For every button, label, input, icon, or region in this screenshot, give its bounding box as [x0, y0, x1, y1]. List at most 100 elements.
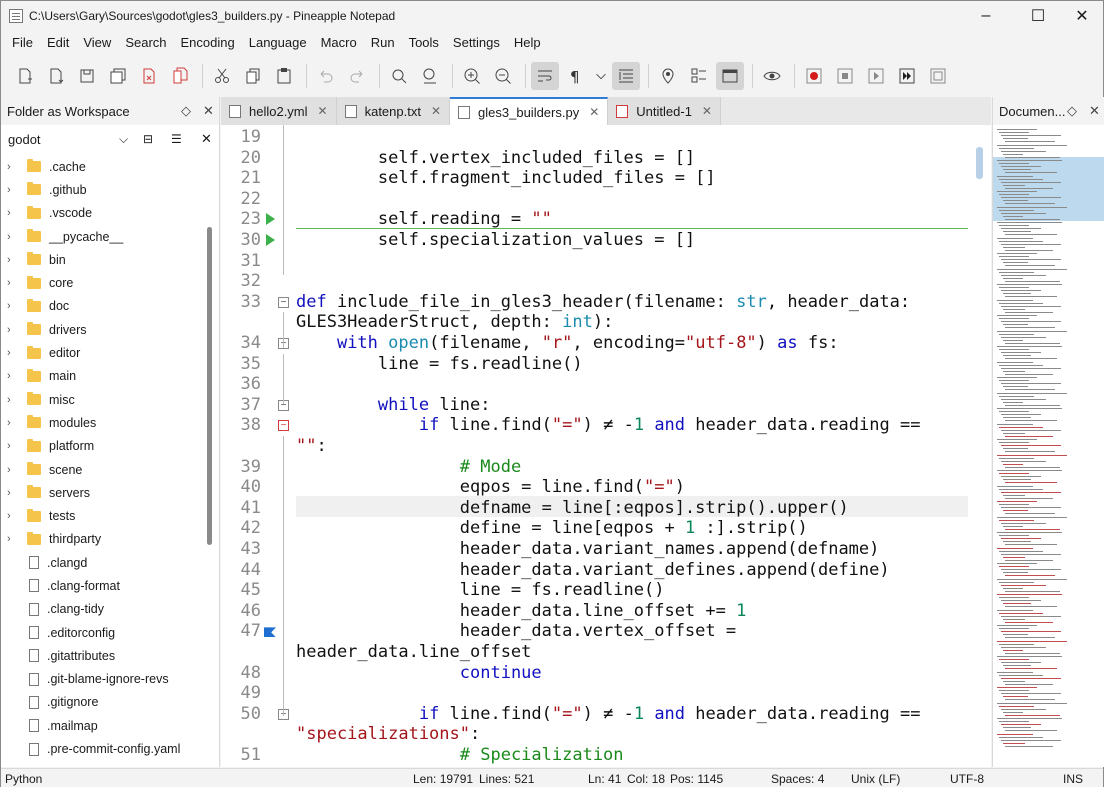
- tree-item[interactable]: › editor: [1, 341, 207, 364]
- tab-gles3-builders-py[interactable]: gles3_builders.py ✕: [450, 97, 609, 125]
- chevron-right-icon[interactable]: ›: [7, 254, 19, 266]
- tree-item[interactable]: .clang-format: [1, 574, 207, 597]
- chevron-right-icon[interactable]: ›: [7, 394, 19, 406]
- tree-item[interactable]: › servers: [1, 481, 207, 504]
- minimize-button[interactable]: –: [963, 1, 1009, 31]
- tree-scrollbar[interactable]: [206, 155, 214, 767]
- tree-item[interactable]: › core: [1, 271, 207, 294]
- play-macro-icon[interactable]: [862, 62, 890, 90]
- chevron-down-icon[interactable]: [593, 62, 609, 90]
- document-map-icon[interactable]: [685, 62, 713, 90]
- save-all-icon[interactable]: [104, 62, 132, 90]
- tab-untitled-1[interactable]: Untitled-1 ✕: [608, 97, 721, 125]
- close-tab-icon[interactable]: ✕: [318, 104, 328, 118]
- chevron-right-icon[interactable]: ›: [7, 464, 19, 476]
- close-tab-icon[interactable]: ✕: [702, 104, 712, 118]
- locate-file-icon[interactable]: ☰: [171, 132, 182, 146]
- tree-item[interactable]: .git-blame-ignore-revs: [1, 668, 207, 691]
- menu-edit[interactable]: Edit: [40, 35, 76, 50]
- editor-scrollbar[interactable]: [969, 125, 989, 767]
- redo-icon[interactable]: [343, 62, 371, 90]
- panel-toggle-icon[interactable]: [716, 62, 744, 90]
- menu-view[interactable]: View: [76, 35, 118, 50]
- run-macro-multiple-icon[interactable]: [893, 62, 921, 90]
- close-all-icon[interactable]: [166, 62, 194, 90]
- chevron-right-icon[interactable]: ›: [7, 487, 19, 499]
- menu-encoding[interactable]: Encoding: [174, 35, 242, 50]
- menu-tools[interactable]: Tools: [402, 35, 446, 50]
- close-tab-icon[interactable]: ✕: [589, 105, 599, 119]
- menu-help[interactable]: Help: [507, 35, 548, 50]
- chevron-right-icon[interactable]: ›: [7, 370, 19, 382]
- tree-item[interactable]: .mailmap: [1, 714, 207, 737]
- tree-item[interactable]: › main: [1, 365, 207, 388]
- close-file-icon[interactable]: [135, 62, 163, 90]
- status-language[interactable]: Python: [5, 772, 42, 786]
- menu-settings[interactable]: Settings: [446, 35, 507, 50]
- tree-item[interactable]: › bin: [1, 248, 207, 271]
- tree-item[interactable]: › thirdparty: [1, 528, 207, 551]
- indent-guide-icon[interactable]: [612, 62, 640, 90]
- location-pin-icon[interactable]: [654, 62, 682, 90]
- menu-file[interactable]: File: [5, 35, 40, 50]
- tree-item[interactable]: › drivers: [1, 318, 207, 341]
- copy-icon[interactable]: [239, 62, 267, 90]
- tree-item[interactable]: › .cache: [1, 155, 207, 178]
- chevron-right-icon[interactable]: ›: [7, 277, 19, 289]
- tree-item[interactable]: › scene: [1, 458, 207, 481]
- tree-item[interactable]: .gitattributes: [1, 644, 207, 667]
- tree-item[interactable]: .clangd: [1, 551, 207, 574]
- menu-macro[interactable]: Macro: [314, 35, 364, 50]
- word-wrap-icon[interactable]: [531, 62, 559, 90]
- folder-selector[interactable]: godot ⌵ ⊟ ☰ ✕: [1, 125, 219, 153]
- tree-item[interactable]: › platform: [1, 435, 207, 458]
- pin-icon[interactable]: ◇: [181, 103, 191, 119]
- chevron-right-icon[interactable]: ›: [7, 161, 19, 173]
- open-file-icon[interactable]: [42, 62, 70, 90]
- status-eol[interactable]: Unix (LF): [851, 772, 900, 786]
- chevron-right-icon[interactable]: ›: [7, 417, 19, 429]
- tree-item[interactable]: .clang-tidy: [1, 598, 207, 621]
- tree-item[interactable]: › .vscode: [1, 202, 207, 225]
- zoom-in-icon[interactable]: [458, 62, 486, 90]
- search-icon[interactable]: [385, 62, 413, 90]
- menu-run[interactable]: Run: [364, 35, 402, 50]
- chevron-right-icon[interactable]: ›: [7, 324, 19, 336]
- status-encoding[interactable]: UTF-8: [950, 772, 984, 786]
- replace-icon[interactable]: [416, 62, 444, 90]
- tree-item[interactable]: › doc: [1, 295, 207, 318]
- chevron-right-icon[interactable]: ›: [7, 347, 19, 359]
- chevron-down-icon[interactable]: ⌵: [119, 132, 128, 147]
- undo-icon[interactable]: [312, 62, 340, 90]
- cut-icon[interactable]: [208, 62, 236, 90]
- tree-item[interactable]: .gitignore: [1, 691, 207, 714]
- chevron-right-icon[interactable]: ›: [7, 231, 19, 243]
- save-macro-icon[interactable]: [924, 62, 952, 90]
- tab-katenp-txt[interactable]: katenp.txt ✕: [336, 97, 451, 125]
- tree-item[interactable]: › misc: [1, 388, 207, 411]
- menu-search[interactable]: Search: [118, 35, 173, 50]
- pin-icon[interactable]: ◇: [1067, 103, 1077, 119]
- tree-item[interactable]: .pre-commit-config.yaml: [1, 737, 207, 760]
- tree-item[interactable]: › .github: [1, 178, 207, 201]
- tree-item[interactable]: › __pycache__: [1, 225, 207, 248]
- paste-icon[interactable]: [270, 62, 298, 90]
- chevron-right-icon[interactable]: ›: [7, 440, 19, 452]
- fold-toggle-icon[interactable]: −: [278, 296, 289, 308]
- close-button[interactable]: ✕: [1059, 1, 1104, 31]
- status-indent[interactable]: Spaces: 4: [771, 772, 824, 786]
- collapse-all-icon[interactable]: ⊟: [143, 132, 153, 146]
- tree-item[interactable]: › tests: [1, 504, 207, 527]
- record-macro-icon[interactable]: [800, 62, 828, 90]
- close-folder-icon[interactable]: ✕: [201, 131, 212, 147]
- preview-eye-icon[interactable]: [758, 62, 786, 90]
- close-panel-icon[interactable]: ✕: [1089, 103, 1100, 119]
- scrollbar-thumb[interactable]: [207, 227, 212, 545]
- close-tab-icon[interactable]: ✕: [431, 104, 441, 118]
- chevron-right-icon[interactable]: ›: [7, 184, 19, 196]
- stop-macro-icon[interactable]: [831, 62, 859, 90]
- save-icon[interactable]: [73, 62, 101, 90]
- maximize-button[interactable]: ☐: [1015, 1, 1061, 31]
- menu-language[interactable]: Language: [242, 35, 314, 50]
- status-insert-mode[interactable]: INS: [1063, 772, 1083, 786]
